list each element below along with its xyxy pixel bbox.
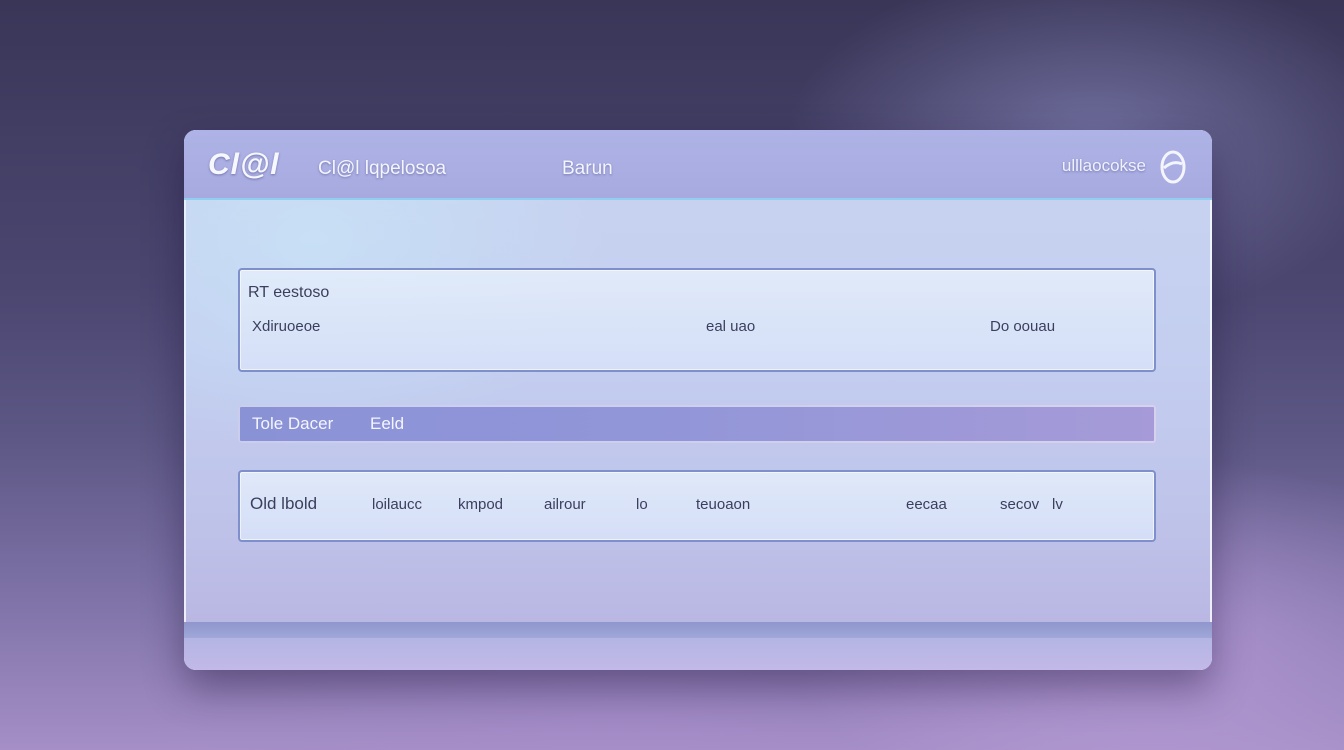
section-header-title: Tole Dacer [252, 414, 334, 433]
app-logo: Cl@l [208, 148, 280, 181]
info-field-name: Xdiruoeoe [252, 318, 321, 335]
row-cell: teuoaon [696, 496, 751, 513]
row-cell: kmpod [458, 496, 504, 513]
row-cell: lv [1052, 496, 1063, 513]
row-cell-name: Old lbold [250, 494, 318, 513]
info-panel: RT eestoso Xdiruoeoe eal uao Do oouau [238, 268, 1156, 372]
app-window: Cl@l Cl@l lqpelosoa Barun ulllaocokse RT… [184, 130, 1212, 670]
row-cell: ailrour [544, 496, 586, 513]
section-header-band[interactable]: Tole Dacer Eeld [238, 405, 1156, 443]
status-strip [184, 622, 1212, 638]
row-cell: secov [1000, 496, 1040, 513]
info-panel-heading: RT eestoso [248, 284, 330, 301]
title-bar: Cl@l Cl@l lqpelosoa Barun ulllaocokse [184, 130, 1212, 200]
section-header-value: Eeld [370, 414, 405, 433]
desktop-background: Cl@l Cl@l lqpelosoa Barun ulllaocokse RT… [0, 0, 1344, 750]
window-title: Barun [562, 158, 613, 179]
row-cell: lo [636, 496, 648, 513]
footer-bar [184, 638, 1212, 670]
table-row[interactable]: Old lbold loilaucc kmpod ailrour lo teuo… [238, 470, 1156, 542]
info-field-value: eal uao [706, 318, 756, 335]
row-cell: eecaa [906, 496, 947, 513]
row-cell: loilaucc [372, 496, 423, 513]
account-label[interactable]: ulllaocokse [1062, 156, 1146, 176]
app-name: Cl@l lqpelosoa [318, 158, 447, 179]
e-logo-icon[interactable] [1156, 146, 1190, 186]
info-field-status: Do oouau [990, 318, 1056, 335]
